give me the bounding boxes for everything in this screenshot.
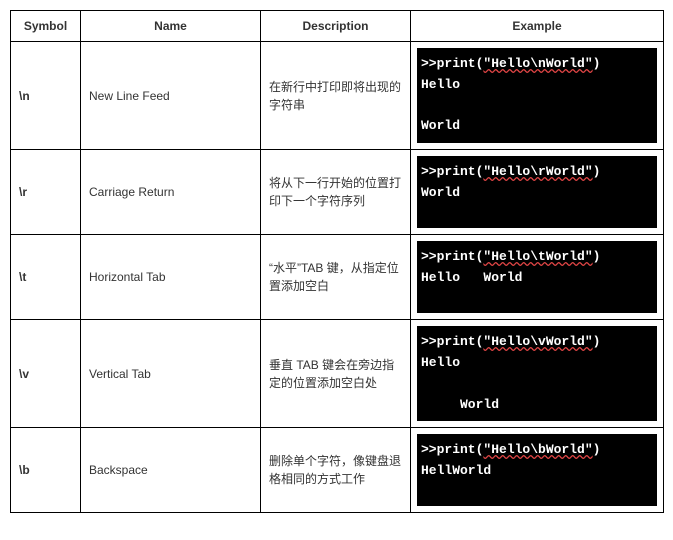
- code-prefix: >>print(: [421, 56, 483, 71]
- code-prefix: >>print(: [421, 249, 483, 264]
- code-suffix: ): [593, 249, 601, 264]
- table-row: \v Vertical Tab 垂直 TAB 键会在旁边指定的位置添加空白处 >…: [11, 320, 664, 428]
- escape-sequence-table: Symbol Name Description Example \n New L…: [10, 10, 664, 513]
- code-suffix: ): [593, 442, 601, 457]
- table-row: \n New Line Feed 在新行中打印即将出现的字符串 >>print(…: [11, 42, 664, 150]
- cell-description: 删除单个字符，像键盘退格相同的方式工作: [261, 428, 411, 513]
- cell-name: Vertical Tab: [81, 320, 261, 428]
- code-prefix: >>print(: [421, 164, 483, 179]
- cell-symbol: \v: [11, 320, 81, 428]
- code-string: "Hello\tWorld": [483, 249, 592, 264]
- code-string: "Hello\bWorld": [483, 442, 592, 457]
- code-prefix: >>print(: [421, 334, 483, 349]
- table-row: \t Horizontal Tab “水平”TAB 键，从指定位置添加空白 >>…: [11, 235, 664, 320]
- code-string: "Hello\nWorld": [483, 56, 592, 71]
- code-suffix: ): [593, 164, 601, 179]
- code-output: World: [421, 185, 460, 200]
- cell-description: “水平”TAB 键，从指定位置添加空白: [261, 235, 411, 320]
- header-symbol: Symbol: [11, 11, 81, 42]
- code-output: Hello World: [421, 270, 522, 285]
- code-prefix: >>print(: [421, 442, 483, 457]
- cell-description: 在新行中打印即将出现的字符串: [261, 42, 411, 150]
- cell-symbol: \b: [11, 428, 81, 513]
- cell-name: Carriage Return: [81, 150, 261, 235]
- cell-name: Backspace: [81, 428, 261, 513]
- cell-example: >>print("Hello\tWorld") Hello World: [411, 235, 664, 320]
- cell-example: >>print("Hello\rWorld") World: [411, 150, 664, 235]
- code-block: >>print("Hello\vWorld") Hello World: [417, 326, 657, 421]
- cell-description: 垂直 TAB 键会在旁边指定的位置添加空白处: [261, 320, 411, 428]
- code-suffix: ): [593, 56, 601, 71]
- code-suffix: ): [593, 334, 601, 349]
- table-row: \b Backspace 删除单个字符，像键盘退格相同的方式工作 >>print…: [11, 428, 664, 513]
- cell-symbol: \t: [11, 235, 81, 320]
- cell-description: 将从下一行开始的位置打印下一个字符序列: [261, 150, 411, 235]
- cell-name: Horizontal Tab: [81, 235, 261, 320]
- cell-example: >>print("Hello\vWorld") Hello World: [411, 320, 664, 428]
- code-block: >>print("Hello\rWorld") World: [417, 156, 657, 228]
- header-example: Example: [411, 11, 664, 42]
- code-block: >>print("Hello\bWorld") HellWorld: [417, 434, 657, 506]
- code-string: "Hello\rWorld": [483, 164, 592, 179]
- cell-symbol: \n: [11, 42, 81, 150]
- cell-name: New Line Feed: [81, 42, 261, 150]
- code-block: >>print("Hello\tWorld") Hello World: [417, 241, 657, 313]
- code-block: >>print("Hello\nWorld") Hello World: [417, 48, 657, 143]
- code-output: HellWorld: [421, 463, 491, 478]
- cell-example: >>print("Hello\nWorld") Hello World: [411, 42, 664, 150]
- table-header-row: Symbol Name Description Example: [11, 11, 664, 42]
- table-row: \r Carriage Return 将从下一行开始的位置打印下一个字符序列 >…: [11, 150, 664, 235]
- header-description: Description: [261, 11, 411, 42]
- cell-example: >>print("Hello\bWorld") HellWorld: [411, 428, 664, 513]
- cell-symbol: \r: [11, 150, 81, 235]
- code-output: Hello World: [421, 77, 460, 134]
- code-output: Hello World: [421, 355, 499, 412]
- code-string: "Hello\vWorld": [483, 334, 592, 349]
- header-name: Name: [81, 11, 261, 42]
